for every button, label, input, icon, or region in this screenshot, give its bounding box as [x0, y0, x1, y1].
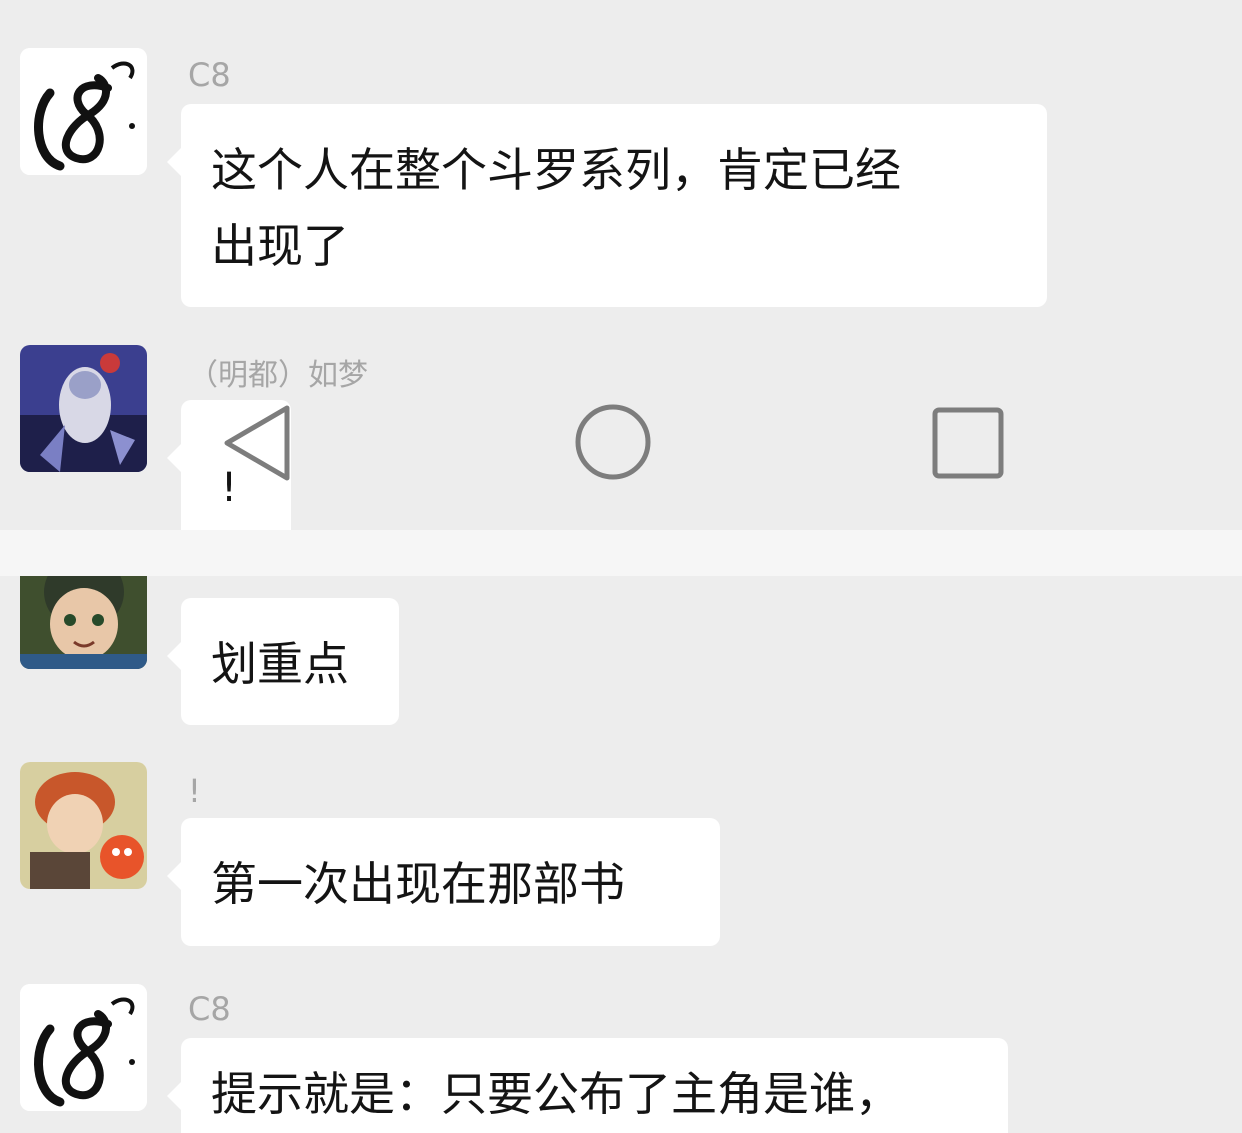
anime-character-avatar-icon — [20, 345, 147, 472]
avatar-c8[interactable] — [20, 984, 147, 1111]
screenshot-divider — [0, 530, 1242, 576]
c8-logo-icon — [20, 984, 147, 1111]
message-bubble[interactable]: 提示就是：只要公布了主角是谁， — [167, 1038, 1008, 1133]
avatar-redhair[interactable] — [20, 762, 147, 889]
anime-redhair-avatar-icon — [20, 762, 147, 889]
c8-logo-icon — [20, 48, 147, 175]
bubble-tail — [167, 148, 181, 176]
message-text: 划重点 — [211, 637, 349, 691]
message-bubble[interactable]: 第一次出现在那部书 — [167, 818, 720, 946]
bubble-tail — [167, 862, 181, 890]
message-bubble[interactable]: 这个人在整个斗罗系列，肯定已经 出现了 — [167, 104, 1047, 307]
sender-name: C8 — [188, 990, 231, 1028]
sender-name: （明都）如梦 — [188, 358, 368, 393]
chat-panel-top: C8 这个人在整个斗罗系列，肯定已经 出现了 （明都）如梦 ! — [0, 0, 1242, 530]
message-bubble[interactable]: 划重点 — [167, 598, 399, 725]
message-text: 这个人在整个斗罗系列，肯定已经 出现了 — [211, 143, 901, 273]
sender-name: C8 — [188, 56, 231, 94]
bubble-tail — [167, 444, 181, 472]
message-text: 提示就是：只要公布了主角是谁， — [211, 1067, 901, 1121]
avatar-deku[interactable] — [20, 576, 147, 669]
home-circle-icon[interactable] — [573, 402, 653, 482]
sender-name: ! — [188, 772, 201, 810]
avatar-rumeng[interactable] — [20, 345, 147, 472]
avatar-c8[interactable] — [20, 48, 147, 175]
recents-square-icon[interactable] — [931, 406, 1005, 480]
navigation-bar — [181, 400, 1242, 530]
bubble-tail — [167, 1082, 181, 1110]
chat-panel-bottom: 划重点 ! 第一次出现在那部书 C8 提示就是：只要公布了主角是谁， — [0, 576, 1242, 1133]
bubble-tail — [167, 642, 181, 670]
message-text: 第一次出现在那部书 — [211, 857, 625, 911]
anime-boy-avatar-icon — [20, 576, 147, 669]
back-triangle-icon[interactable] — [219, 400, 299, 490]
